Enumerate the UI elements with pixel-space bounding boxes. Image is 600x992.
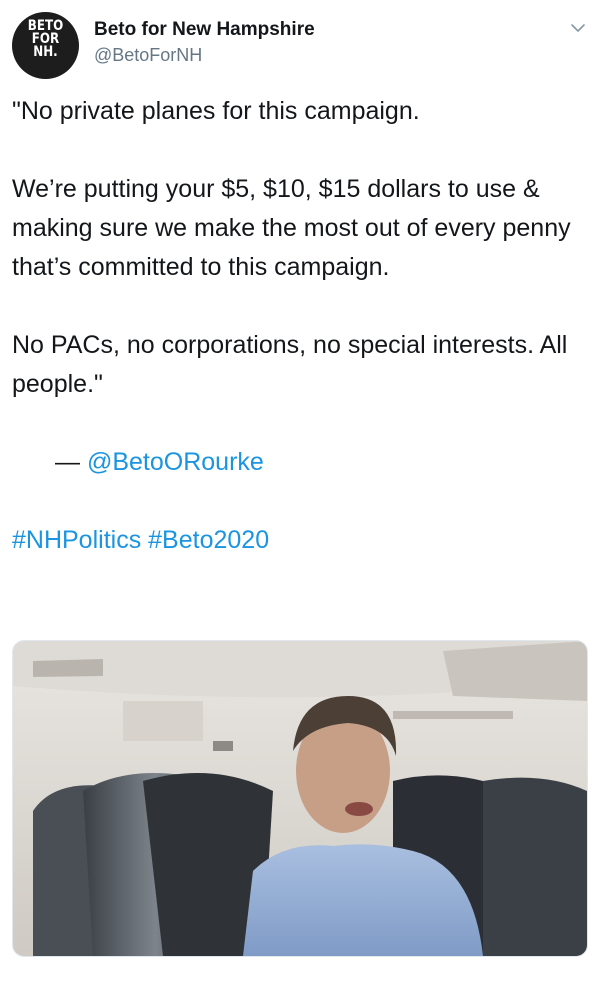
account-handle[interactable]: @BetoForNH xyxy=(94,43,315,67)
tweet-line-1: "No private planes for this campaign. xyxy=(12,97,420,125)
hashtags: #NHPolitics #Beto2020 xyxy=(12,521,588,560)
hashtag-link-nhpolitics[interactable]: #NHPolitics xyxy=(12,526,141,554)
video-frame xyxy=(13,641,587,956)
account-names: Beto for New Hampshire @BetoForNH xyxy=(94,18,315,67)
tweet-header: BETO FOR NH. Beto for New Hampshire @Bet… xyxy=(12,12,588,79)
hashtag-link-beto2020[interactable]: #Beto2020 xyxy=(148,526,269,554)
mention-link[interactable]: @BetoORourke xyxy=(87,448,264,476)
attribution-dash: — xyxy=(55,448,87,476)
display-name[interactable]: Beto for New Hampshire xyxy=(94,18,315,42)
avatar[interactable]: BETO FOR NH. xyxy=(12,12,79,79)
tweet-text: "No private planes for this campaign. We… xyxy=(12,92,588,560)
attribution: — @BetoORourke xyxy=(12,443,588,482)
avatar-text-line-3: NH. xyxy=(33,44,58,60)
tweet-paragraph-2: We’re putting your $5, $10, $15 dollars … xyxy=(12,175,571,281)
video-media[interactable] xyxy=(12,640,588,957)
tweet-paragraph-3: No PACs, no corporations, no special int… xyxy=(12,331,568,398)
chevron-down-icon[interactable] xyxy=(568,18,588,38)
